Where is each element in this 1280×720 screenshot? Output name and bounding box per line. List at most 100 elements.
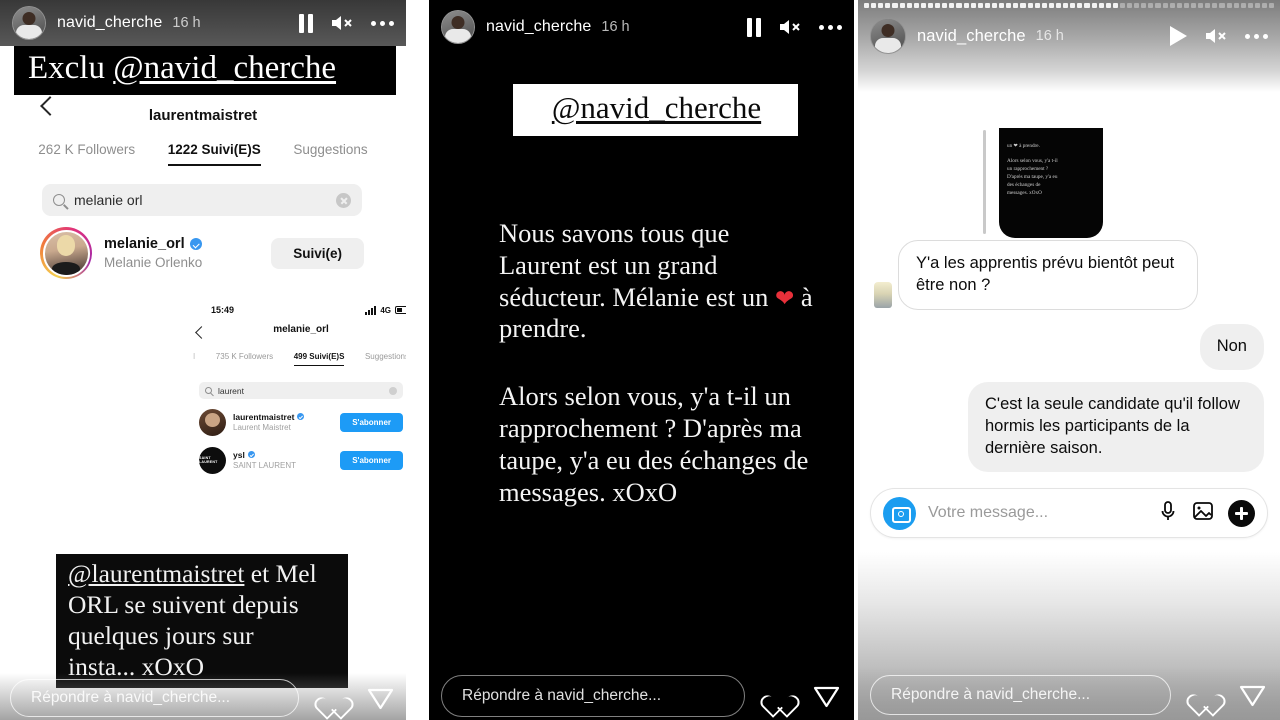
chat-bubble-outgoing[interactable]: Non	[1199, 323, 1264, 370]
nested-tab-following[interactable]: 499 Suivi(E)S	[293, 352, 345, 366]
avatar[interactable]	[199, 408, 226, 436]
search-result-row[interactable]: melanie_orl Melanie Orlenko Suivi(e)	[40, 224, 364, 282]
subscribe-button[interactable]: S'abonner	[340, 450, 403, 470]
quoted-story-card: un ❤ à prendre. Alors selon vous, y'a t-…	[999, 128, 1103, 238]
progress-segment	[991, 3, 998, 8]
avatar[interactable]	[441, 10, 475, 44]
tab-followers[interactable]: 262 K Followers	[38, 142, 135, 166]
story-screenshot-collage: navid_cherche 16 h Exclu @navid_cherche …	[0, 0, 1280, 720]
chat-bubble-outgoing[interactable]: C'est la seule candidate qu'il follow ho…	[968, 381, 1264, 472]
mute-icon[interactable]	[1204, 26, 1228, 46]
result-fullname: Melanie Orlenko	[104, 255, 203, 270]
microphone-icon[interactable]	[1158, 500, 1178, 527]
heart-icon[interactable]	[1193, 683, 1219, 707]
story-panel-1[interactable]: navid_cherche 16 h Exclu @navid_cherche …	[0, 0, 406, 720]
story-panel-3[interactable]: navid_cherche 16 h un ❤ à prendre. Alors…	[858, 0, 1280, 720]
avatar[interactable]: SAINT LAURENT	[199, 446, 226, 474]
avatar[interactable]	[870, 18, 906, 54]
camera-icon[interactable]	[883, 496, 916, 530]
progress-segment	[906, 3, 912, 8]
progress-segment	[1183, 3, 1190, 8]
panel-1-content: navid_cherche 16 h Exclu @navid_cherche …	[0, 0, 406, 720]
progress-segment	[956, 3, 962, 8]
back-chevron-icon[interactable]	[197, 328, 207, 338]
message-input[interactable]: Votre message...	[928, 504, 1144, 522]
story-progress-bar[interactable]	[864, 3, 1275, 8]
progress-segment	[1176, 3, 1182, 8]
result-username: melanie_orl	[104, 236, 185, 252]
nested-tab-suggestions[interactable]: Suggestions	[365, 352, 406, 366]
heart-icon[interactable]	[321, 686, 347, 710]
avatar-label: SAINT LAURENT	[199, 456, 218, 464]
search-input[interactable]: melanie orl	[42, 184, 362, 216]
progress-segment	[871, 3, 877, 8]
progress-segment	[1247, 3, 1254, 8]
nested-tab-followers[interactable]: 735 K Followers	[216, 352, 273, 366]
progress-segment	[1006, 3, 1012, 8]
progress-segment	[864, 3, 870, 8]
quoted-line-2: Alors selon vous, y'a t-il	[1007, 158, 1058, 165]
pause-icon[interactable]	[299, 13, 313, 33]
subscribe-button[interactable]: S'abonner	[340, 412, 403, 432]
exclu-label: Exclu	[28, 50, 114, 86]
nested-search-value: laurent	[218, 385, 244, 396]
plus-icon[interactable]	[1228, 499, 1255, 527]
progress-segment	[1169, 3, 1175, 8]
battery-icon	[395, 306, 406, 314]
follow-button[interactable]: Suivi(e)	[271, 237, 364, 269]
status-time: 15:49	[211, 305, 235, 315]
reply-input[interactable]: Répondre à navid_cherche...	[441, 675, 745, 717]
play-icon[interactable]	[1170, 26, 1187, 46]
story-username[interactable]: navid_cherche	[917, 27, 1026, 46]
message-composer[interactable]: Votre message...	[870, 488, 1268, 538]
progress-segment	[1134, 3, 1140, 8]
chat-bubble-incoming[interactable]: Y'a les apprentis prévu bientôt peut êtr…	[898, 240, 1198, 310]
story-username[interactable]: navid_cherche	[486, 18, 591, 36]
chat-thread: Y'a les apprentis prévu bientôt peut êtr…	[858, 240, 1280, 484]
more-options-icon[interactable]	[371, 20, 394, 26]
more-options-icon[interactable]	[819, 24, 842, 30]
progress-segment	[899, 3, 905, 8]
send-icon[interactable]	[813, 684, 840, 709]
quoted-story-thumbnail[interactable]: un ❤ à prendre. Alors selon vous, y'a t-…	[983, 128, 1103, 238]
panel-gap-1	[406, 0, 429, 720]
mute-icon[interactable]	[778, 17, 802, 37]
tab-following[interactable]: 1222 Suivi(E)S	[167, 142, 261, 166]
story-panel-2[interactable]: navid_cherche 16 h @navid_cherche Nous s…	[429, 0, 854, 720]
quoted-line-4: D'après ma taupe, y'a eu	[1007, 174, 1058, 181]
quoted-line-3: un rapprochement ?	[1007, 166, 1049, 173]
clear-icon[interactable]	[389, 386, 397, 395]
nested-search-input[interactable]: laurent	[199, 382, 403, 399]
send-icon[interactable]	[1239, 683, 1266, 708]
progress-segment	[1084, 3, 1090, 8]
progress-segment	[1255, 3, 1261, 8]
progress-segment	[1226, 3, 1232, 8]
avatar[interactable]	[12, 6, 46, 40]
result-avatar[interactable]	[40, 227, 92, 279]
back-chevron-icon[interactable]	[38, 98, 56, 116]
progress-segment	[1198, 3, 1204, 8]
nested-result-row[interactable]: SAINT LAURENT ysl SAINT LAURENT S'abonne…	[199, 446, 403, 474]
mute-icon[interactable]	[330, 13, 354, 33]
story-username[interactable]: navid_cherche	[57, 14, 162, 32]
clear-icon[interactable]	[336, 192, 351, 208]
image-icon[interactable]	[1192, 500, 1214, 527]
nested-result-fullname: Laurent Maistret	[233, 423, 291, 433]
pause-icon[interactable]	[747, 17, 761, 37]
reply-input[interactable]: Répondre à navid_cherche...	[870, 675, 1171, 715]
reply-input[interactable]: Répondre à navid_cherche...	[10, 679, 299, 717]
send-icon[interactable]	[367, 686, 394, 711]
nested-result-row[interactable]: laurentmaistret Laurent Maistret S'abonn…	[199, 408, 403, 436]
progress-segment	[1205, 3, 1211, 8]
progress-segment	[1077, 3, 1083, 8]
nested-tab-edge: I	[193, 352, 196, 361]
progress-segment	[920, 3, 926, 8]
nested-result-fullname: SAINT LAURENT	[233, 461, 296, 471]
reply-bar-3: Répondre à navid_cherche...	[858, 667, 1280, 720]
heart-icon[interactable]	[767, 684, 793, 708]
more-options-icon[interactable]	[1245, 33, 1268, 39]
progress-segment	[1034, 3, 1040, 8]
story-thumbnail-icon	[874, 281, 892, 308]
tab-suggestions[interactable]: Suggestions	[293, 142, 367, 166]
heart-emoji-icon: ❤	[774, 285, 795, 311]
